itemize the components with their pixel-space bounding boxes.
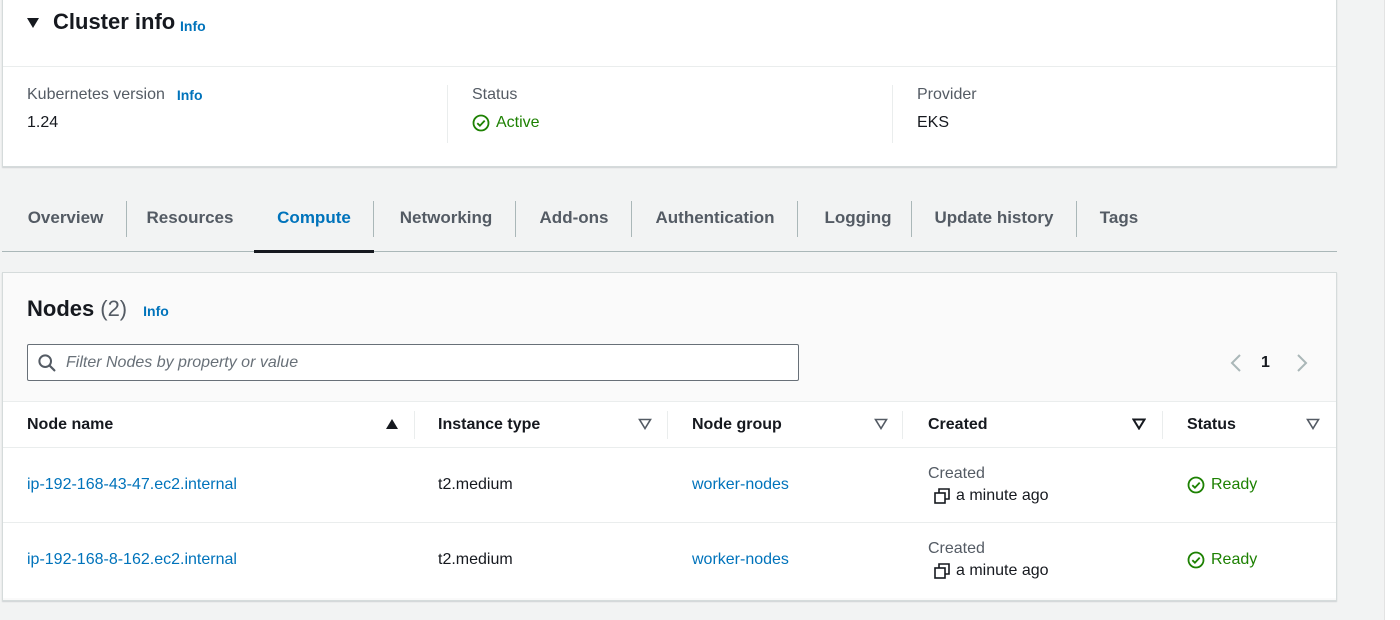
- copy-icon[interactable]: [934, 563, 950, 579]
- column-divider: [447, 85, 448, 143]
- node-name-link[interactable]: ip-192-168-8-162.ec2.internal: [27, 551, 237, 569]
- node-group-cell: worker-nodes: [692, 523, 789, 597]
- chevron-left-icon: [1230, 354, 1241, 372]
- node-name-cell: ip-192-168-43-47.ec2.internal: [27, 448, 237, 522]
- previous-page-button[interactable]: [1228, 351, 1244, 375]
- column-divider: [902, 411, 903, 439]
- kubernetes-version-info-link[interactable]: Info: [177, 87, 203, 103]
- nodes-info-link[interactable]: Info: [143, 303, 169, 319]
- nodes-header: Nodes (2) Info: [27, 296, 169, 322]
- status-field: Status Active: [472, 85, 540, 143]
- status-value: Active: [496, 114, 540, 131]
- tab-add-ons[interactable]: Add-ons: [529, 184, 619, 252]
- status-value: Ready: [1211, 551, 1258, 568]
- nodes-count: (2): [100, 296, 128, 321]
- status-cell: Ready: [1187, 448, 1257, 522]
- created-cell: Created a minute ago: [928, 448, 1049, 522]
- status-cell: Ready: [1187, 523, 1257, 597]
- column-divider: [667, 411, 668, 439]
- check-circle-icon: [472, 114, 490, 132]
- tab-separator: [631, 201, 632, 237]
- column-divider: [414, 411, 415, 439]
- caret-down-icon[interactable]: [27, 18, 39, 28]
- column-header-node-group[interactable]: Node group: [692, 402, 892, 448]
- column-label: Instance type: [438, 416, 541, 433]
- next-page-button[interactable]: [1294, 351, 1310, 375]
- node-group-cell: worker-nodes: [692, 448, 789, 522]
- vertical-scrollbar[interactable]: [1384, 0, 1400, 620]
- column-header-created[interactable]: Created: [928, 402, 1150, 448]
- node-group-link[interactable]: worker-nodes: [692, 551, 789, 569]
- column-header-status[interactable]: Status: [1187, 402, 1322, 448]
- search-icon: [38, 354, 56, 372]
- column-label: Node name: [27, 416, 114, 433]
- sort-descending-icon: [1132, 418, 1146, 430]
- provider-field: Provider EKS: [917, 85, 977, 143]
- created-label: Created: [928, 465, 985, 482]
- status-value: Ready: [1211, 476, 1258, 493]
- node-name-cell: ip-192-168-8-162.ec2.internal: [27, 523, 237, 597]
- nodes-filter-input[interactable]: [66, 345, 786, 380]
- tab-authentication[interactable]: Authentication: [643, 184, 787, 252]
- table-row: ip-192-168-8-162.ec2.internal t2.medium …: [3, 523, 1336, 598]
- nodes-filter[interactable]: [27, 344, 799, 381]
- tab-separator: [373, 201, 374, 237]
- created-cell: Created a minute ago: [928, 523, 1049, 597]
- sort-icon: [874, 418, 888, 430]
- tab-resources[interactable]: Resources: [139, 184, 241, 252]
- instance-type-cell: t2.medium: [438, 551, 513, 568]
- nodes-panel: Nodes (2) Info 1 Node name Instance type…: [2, 272, 1337, 601]
- sort-ascending-icon: [386, 419, 398, 429]
- tab-separator: [126, 201, 127, 237]
- cluster-info-panel: Cluster info Info Kubernetes version Inf…: [2, 0, 1337, 167]
- node-name-link[interactable]: ip-192-168-43-47.ec2.internal: [27, 476, 237, 494]
- instance-type-cell: t2.medium: [438, 476, 513, 493]
- tab-tags[interactable]: Tags: [1089, 184, 1149, 252]
- chevron-right-icon: [1297, 354, 1308, 372]
- tab-compute[interactable]: Compute: [254, 184, 374, 253]
- cluster-tabs: Overview Resources Compute Networking Ad…: [2, 184, 1337, 253]
- column-header-node-name[interactable]: Node name: [27, 402, 399, 448]
- tab-overview[interactable]: Overview: [16, 184, 115, 252]
- tab-separator: [797, 201, 798, 237]
- sort-icon: [1306, 418, 1320, 430]
- nodes-title: Nodes: [27, 296, 95, 321]
- column-divider: [892, 85, 893, 143]
- column-label: Status: [1187, 416, 1236, 433]
- tab-separator: [1076, 201, 1077, 237]
- tab-update-history[interactable]: Update history: [924, 184, 1064, 252]
- column-label: Created: [928, 416, 988, 433]
- created-value: a minute ago: [956, 487, 1049, 504]
- current-page-number[interactable]: 1: [1261, 351, 1270, 375]
- kubernetes-version-field: Kubernetes version Info 1.24: [27, 85, 203, 143]
- check-circle-icon: [1187, 476, 1205, 494]
- sort-icon: [638, 418, 652, 430]
- tab-networking[interactable]: Networking: [386, 184, 506, 252]
- table-header: Node name Instance type Node group Creat…: [3, 401, 1336, 448]
- provider-label: Provider: [917, 86, 977, 103]
- tab-separator: [911, 201, 912, 237]
- check-circle-icon: [1187, 551, 1205, 569]
- tab-separator: [515, 201, 516, 237]
- cluster-info-title: Cluster info: [53, 9, 176, 34]
- status-label: Status: [472, 86, 518, 103]
- cluster-info-info-link[interactable]: Info: [180, 18, 206, 34]
- table-row: ip-192-168-43-47.ec2.internal t2.medium …: [3, 448, 1336, 523]
- tab-logging[interactable]: Logging: [810, 184, 906, 252]
- copy-icon[interactable]: [934, 488, 950, 504]
- column-divider: [1162, 411, 1163, 439]
- provider-value: EKS: [917, 114, 950, 131]
- kubernetes-version-label: Kubernetes version: [27, 86, 165, 103]
- cluster-info-header[interactable]: Cluster info Info: [3, 0, 1336, 67]
- created-label: Created: [928, 540, 985, 557]
- column-header-instance-type[interactable]: Instance type: [438, 402, 656, 448]
- node-group-link[interactable]: worker-nodes: [692, 476, 789, 494]
- column-label: Node group: [692, 416, 782, 433]
- created-value: a minute ago: [956, 562, 1049, 579]
- kubernetes-version-value: 1.24: [27, 114, 59, 131]
